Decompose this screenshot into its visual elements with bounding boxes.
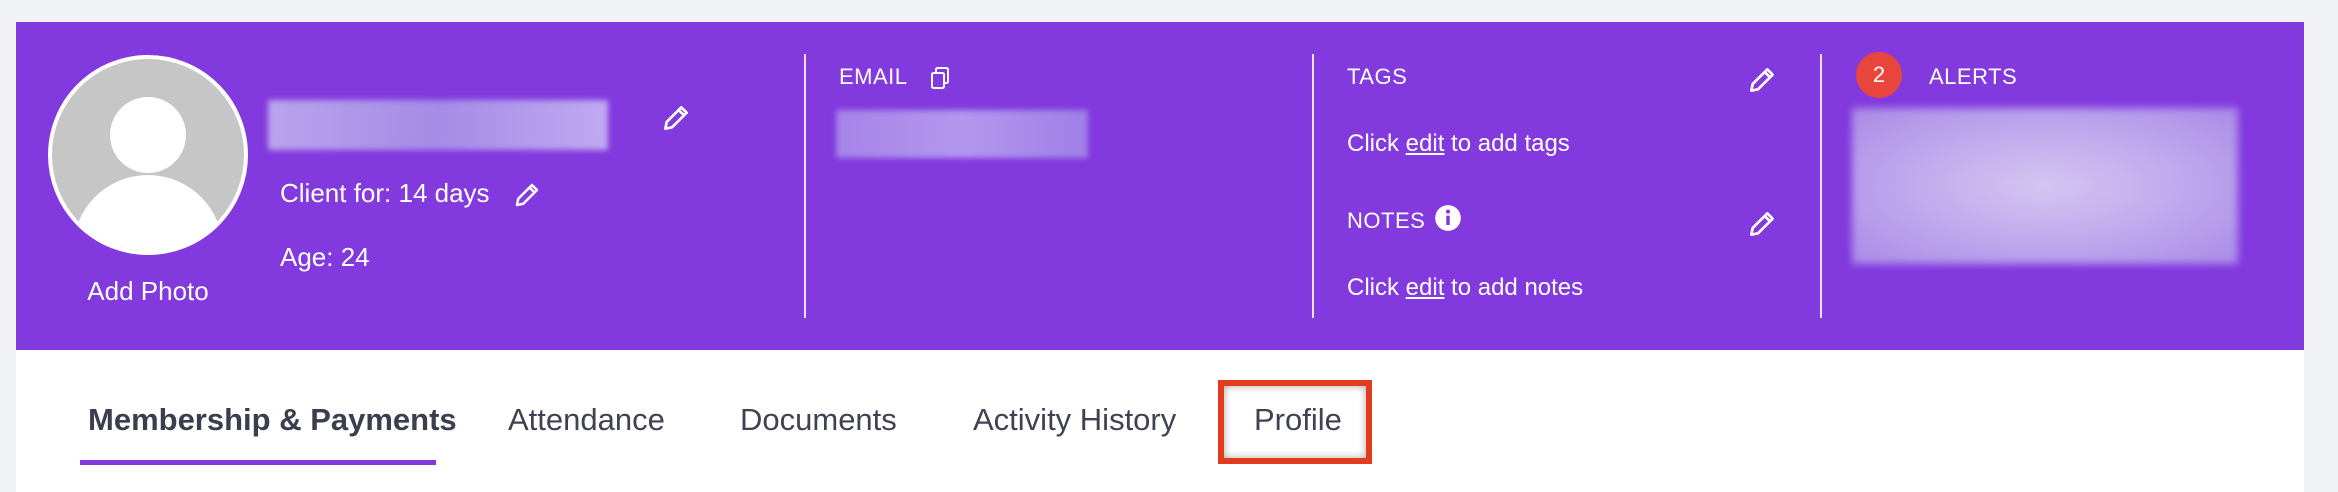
- tab-activity-history[interactable]: Activity History: [973, 402, 1176, 438]
- notes-hint-suffix: to add notes: [1444, 274, 1584, 301]
- email-label: EMAIL: [839, 64, 908, 89]
- tab-profile[interactable]: Profile: [1254, 402, 1342, 438]
- alerts-count-badge: 2: [1856, 52, 1902, 98]
- active-tab-underline: [80, 460, 436, 465]
- tab-bar: Membership & Payments Attendance Documen…: [16, 350, 2304, 492]
- edit-tags-pencil-icon[interactable]: [1746, 64, 1778, 96]
- add-photo-link[interactable]: Add Photo: [48, 276, 248, 307]
- avatar-body-shape: [73, 175, 223, 251]
- notes-hint: Click edit to add notes: [1347, 274, 1583, 302]
- edit-notes-pencil-icon[interactable]: [1746, 208, 1778, 240]
- avatar[interactable]: [48, 55, 248, 255]
- tags-edit-link[interactable]: edit: [1406, 130, 1445, 157]
- tags-label: TAGS: [1347, 64, 1408, 89]
- tab-membership-payments[interactable]: Membership & Payments: [88, 402, 457, 438]
- notes-label: NOTES: [1347, 208, 1426, 233]
- client-for-text: Client for: 14 days: [280, 178, 490, 208]
- tags-hint-prefix: Click: [1347, 130, 1406, 157]
- age-text: Age: 24: [280, 242, 370, 272]
- divider: [1820, 54, 1822, 318]
- copy-icon[interactable]: [930, 66, 952, 90]
- alerts-label: ALERTS: [1929, 64, 2018, 89]
- tab-documents[interactable]: Documents: [740, 402, 897, 438]
- divider: [804, 54, 806, 318]
- tags-hint-suffix: to add tags: [1444, 130, 1570, 157]
- edit-client-for-pencil-icon[interactable]: [512, 180, 542, 210]
- client-name-redacted: [268, 100, 608, 150]
- info-icon[interactable]: [1434, 204, 1462, 232]
- notes-hint-prefix: Click: [1347, 274, 1406, 301]
- email-value-redacted: [836, 110, 1088, 158]
- tab-attendance[interactable]: Attendance: [508, 402, 665, 438]
- notes-edit-link[interactable]: edit: [1406, 274, 1445, 301]
- edit-name-pencil-icon[interactable]: [660, 102, 692, 134]
- avatar-head-shape: [110, 97, 186, 173]
- divider: [1312, 54, 1314, 318]
- tags-hint: Click edit to add tags: [1347, 130, 1570, 158]
- client-header: Add Photo Client for: 14 days Age: 24 EM…: [16, 22, 2304, 350]
- alerts-content-redacted: [1852, 108, 2238, 264]
